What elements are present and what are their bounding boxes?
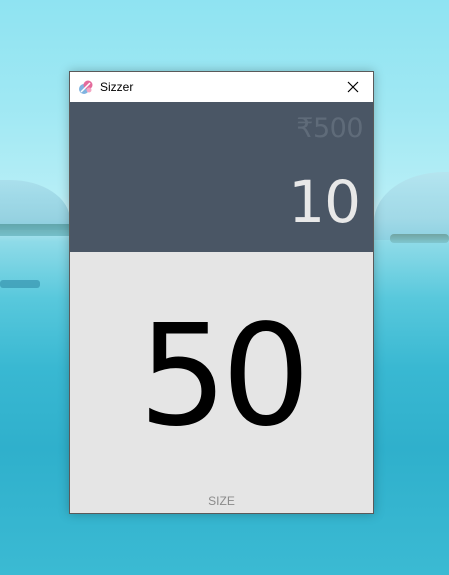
- title-bar[interactable]: Sizzer: [70, 72, 373, 102]
- wallpaper-shore-right: [390, 234, 449, 243]
- quantity-value[interactable]: 10: [288, 162, 361, 242]
- wallpaper-shore-left: [0, 224, 70, 236]
- wallpaper-hill-right: [374, 172, 449, 240]
- wallpaper-hill-left: [0, 180, 70, 230]
- sizzer-app-icon: [78, 79, 94, 95]
- close-button[interactable]: [333, 72, 373, 102]
- size-panel[interactable]: 50 SIZE: [70, 252, 373, 513]
- window-title: Sizzer: [100, 80, 134, 94]
- price-value: ₹500: [296, 113, 363, 144]
- close-icon: [347, 81, 359, 93]
- size-value[interactable]: 50: [70, 282, 373, 472]
- app-window: Sizzer ₹500 10 50 SIZE: [69, 71, 374, 514]
- size-label: SIZE: [208, 494, 235, 508]
- display-panel: ₹500 10: [70, 102, 373, 252]
- wallpaper-rocks: [0, 280, 40, 288]
